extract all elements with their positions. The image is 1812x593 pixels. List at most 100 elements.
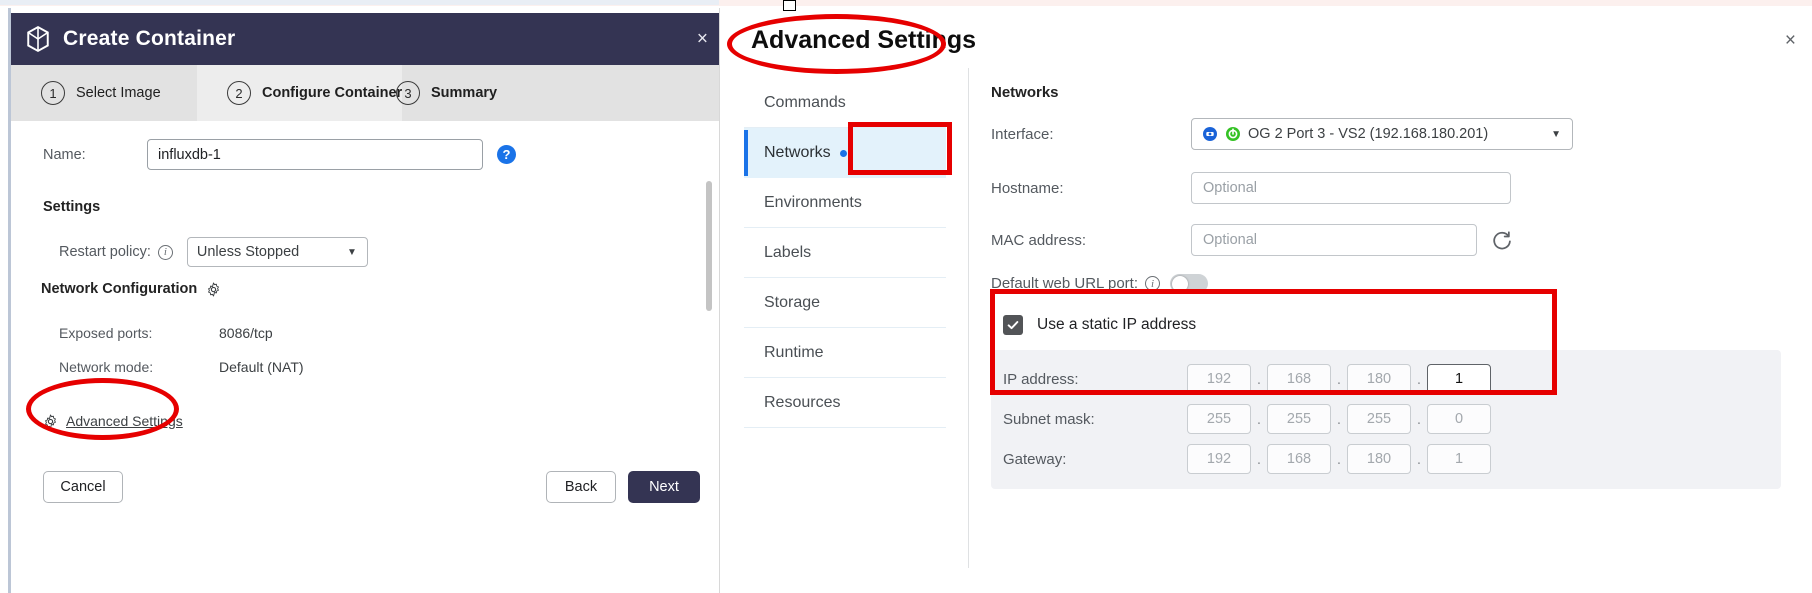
ip-address-label: IP address:	[1003, 370, 1079, 388]
create-container-dialog: Create Container × 1 Select Image 2 Conf…	[8, 8, 719, 593]
default-web-url-port-toggle[interactable]	[1170, 274, 1209, 293]
octet-separator: .	[1416, 370, 1422, 388]
toggle-knob	[1171, 275, 1188, 292]
subnet-octet-4[interactable]: 0	[1427, 404, 1491, 434]
dialog-title: Create Container	[63, 27, 236, 50]
nav-item-environments[interactable]: Environments	[744, 178, 946, 228]
static-ip-label: Use a static IP address	[1037, 316, 1197, 333]
gateway-label: Gateway:	[1003, 450, 1067, 468]
gear-icon[interactable]	[206, 282, 221, 297]
check-icon	[1007, 321, 1019, 330]
mac-address-row: MAC address: Optional	[991, 224, 1512, 256]
restart-policy-value: Unless Stopped	[196, 244, 300, 260]
info-icon[interactable]: i	[1145, 276, 1161, 291]
nav-item-networks[interactable]: Networks	[744, 128, 946, 178]
subnet-mask-row: Subnet mask: 255 . 255 . 255 . 0	[991, 399, 1781, 439]
nav-item-label: Resources	[764, 393, 841, 411]
nav-item-runtime[interactable]: Runtime	[744, 328, 946, 378]
interface-row: Interface: OG 2 Port 3 - VS2 (192.168.18…	[991, 118, 1573, 150]
wizard-steps: 1 Select Image 2 Configure Container 3 S…	[11, 65, 719, 121]
exposed-ports-row: Exposed ports: 8086/tcp	[59, 325, 273, 341]
settings-heading: Settings	[43, 199, 101, 215]
name-label: Name:	[43, 146, 86, 163]
advanced-settings-panel: Advanced Settings × Commands Networks En…	[719, 8, 1804, 593]
network-configuration-label: Network Configuration	[41, 281, 198, 297]
dialog-body: Name: ? Settings Restart policy: i Unles…	[11, 121, 719, 593]
wizard-step-summary[interactable]: 3 Summary	[366, 65, 497, 121]
subnet-octet-3[interactable]: 255	[1347, 404, 1411, 434]
cube-icon	[25, 24, 51, 54]
chevron-down-icon: ▼	[346, 246, 357, 258]
nav-item-label: Networks	[764, 144, 831, 161]
ip-octet-4[interactable]: 1	[1427, 364, 1491, 394]
interface-value: OG 2 Port 3 - VS2 (192.168.180.201)	[1248, 126, 1489, 142]
nav-item-label: Commands	[764, 93, 846, 111]
wizard-step-select-image[interactable]: 1 Select Image	[11, 65, 161, 121]
default-web-url-port-label: Default web URL port:	[991, 275, 1139, 292]
network-configuration-heading: Network Configuration	[41, 281, 221, 297]
restart-policy-select[interactable]: Unless Stopped ▼	[186, 237, 368, 267]
refresh-icon[interactable]	[1491, 230, 1512, 251]
gateway-octet-3[interactable]: 180	[1347, 444, 1411, 474]
octet-separator: .	[1416, 450, 1422, 468]
ip-fields-group: IP address: 192 . 168 . 180 . 1 Subnet m…	[991, 350, 1781, 489]
back-button[interactable]: Back	[546, 471, 616, 503]
gateway-row: Gateway: 192 . 168 . 180 . 1	[991, 439, 1781, 479]
static-ip-checkbox-row: Use a static IP address	[991, 310, 1781, 340]
help-icon[interactable]: ?	[497, 145, 516, 164]
name-input[interactable]	[147, 139, 483, 170]
nav-item-resources[interactable]: Resources	[744, 378, 946, 428]
cancel-button[interactable]: Cancel	[43, 471, 123, 503]
step-number: 3	[396, 81, 420, 105]
network-mode-label: Network mode:	[59, 359, 154, 375]
hostname-label: Hostname:	[991, 179, 1064, 197]
nav-item-labels[interactable]: Labels	[744, 228, 946, 278]
info-icon[interactable]: i	[157, 244, 173, 260]
ip-octet-2[interactable]: 168	[1267, 364, 1331, 394]
interface-label: Interface:	[991, 125, 1054, 143]
subnet-octet-2[interactable]: 255	[1267, 404, 1331, 434]
advanced-settings-nav: Commands Networks Environments Labels St…	[744, 78, 946, 428]
gear-icon	[43, 414, 58, 429]
chevron-down-icon: ▼	[1551, 128, 1561, 140]
name-row: Name: ?	[43, 139, 516, 170]
nav-item-label: Runtime	[764, 343, 824, 361]
octet-separator: .	[1256, 450, 1262, 468]
networks-heading: Networks	[991, 84, 1059, 101]
static-ip-checkbox[interactable]	[1003, 315, 1023, 335]
nav-item-storage[interactable]: Storage	[744, 278, 946, 328]
network-mode-row: Network mode: Default (NAT)	[59, 359, 304, 375]
mac-address-label: MAC address:	[991, 231, 1087, 249]
mac-address-input[interactable]: Optional	[1191, 224, 1477, 256]
dialog-scrollbar[interactable]	[706, 181, 712, 311]
ip-octet-1[interactable]: 192	[1187, 364, 1251, 394]
nav-item-label: Storage	[764, 293, 821, 311]
gateway-octet-1[interactable]: 192	[1187, 444, 1251, 474]
octet-separator: .	[1416, 410, 1422, 428]
default-web-url-port-row: Default web URL port: i	[991, 274, 1209, 293]
nav-item-label: Environments	[764, 193, 862, 211]
subnet-octet-1[interactable]: 255	[1187, 404, 1251, 434]
close-icon[interactable]: ×	[697, 30, 708, 49]
next-button[interactable]: Next	[628, 471, 700, 503]
subnet-mask-label: Subnet mask:	[1003, 410, 1095, 428]
step-number: 2	[227, 81, 251, 105]
exposed-ports-value: 8086/tcp	[219, 325, 273, 341]
hostname-row: Hostname: Optional	[991, 172, 1511, 204]
advanced-settings-title: Advanced Settings	[751, 26, 977, 54]
hostname-input[interactable]: Optional	[1191, 172, 1511, 204]
nav-item-commands[interactable]: Commands	[744, 78, 946, 128]
close-icon[interactable]: ×	[1785, 30, 1796, 52]
gateway-octet-4[interactable]: 1	[1427, 444, 1491, 474]
network-port-icon	[1202, 126, 1218, 142]
advanced-settings-link[interactable]: Advanced Settings	[43, 413, 183, 429]
octet-separator: .	[1256, 370, 1262, 388]
gateway-octet-2[interactable]: 168	[1267, 444, 1331, 474]
top-edge-strip-left	[0, 0, 719, 5]
modified-dot-icon	[839, 149, 847, 157]
advanced-settings-link-label: Advanced Settings	[66, 413, 183, 429]
step-label: Summary	[431, 85, 498, 101]
interface-select[interactable]: OG 2 Port 3 - VS2 (192.168.180.201) ▼	[1191, 118, 1573, 150]
ip-octet-3[interactable]: 180	[1347, 364, 1411, 394]
advanced-settings-content: Networks Interface: OG 2 Port 3 - VS2 (1…	[968, 68, 1798, 568]
